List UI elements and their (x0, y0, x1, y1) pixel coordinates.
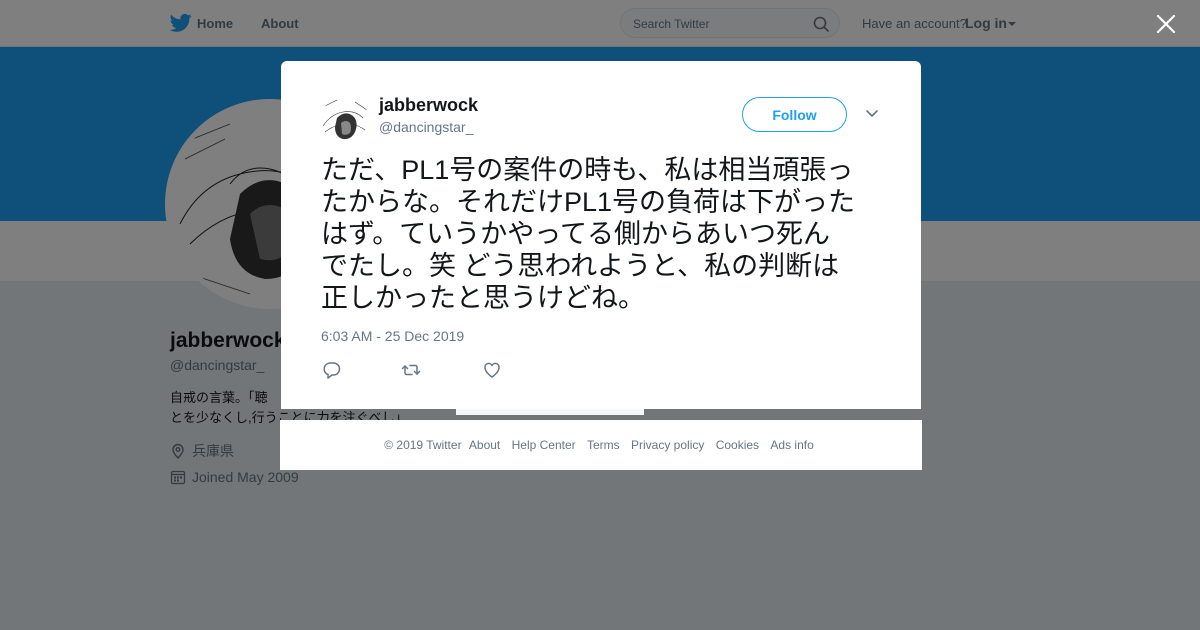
footer-link-about[interactable]: About (469, 438, 500, 452)
tweet-text-line: でたし。笑 どう思われようと、私の判断は (321, 251, 840, 281)
avatar[interactable] (321, 96, 369, 144)
footer-copyright: © 2019 Twitter (384, 438, 462, 452)
tweet-text-line: はず。ていうかやってる側からあいつ死ん (321, 219, 830, 249)
tweet-text: ただ、PL1号の案件の時も、私は相当頑張っ たからな。それだけPL1号の負荷は下… (321, 154, 881, 314)
modal-divider (456, 409, 644, 415)
author-handle[interactable]: @dancingstar_ (379, 119, 473, 135)
tweet-text-line: ただ、PL1号の案件の時も、私は相当頑張っ (321, 155, 854, 185)
author-name[interactable]: jabberwock (379, 95, 478, 116)
footer: © 2019 Twitter About Help Center Terms P… (280, 420, 922, 470)
tweet-timestamp[interactable]: 6:03 AM - 25 Dec 2019 (321, 328, 464, 344)
close-icon[interactable] (1156, 14, 1176, 34)
tweet-text-line: たからな。それだけPL1号の負荷は下がった (321, 187, 856, 217)
like-icon[interactable] (482, 360, 502, 380)
avatar-image (321, 96, 369, 144)
reply-icon[interactable] (322, 360, 342, 380)
footer-link-help-center[interactable]: Help Center (512, 438, 576, 452)
retweet-icon[interactable] (401, 360, 421, 380)
tweet-modal: jabberwock @dancingstar_ Follow ただ、PL1号の… (281, 61, 921, 409)
footer-link-privacy[interactable]: Privacy policy (631, 438, 704, 452)
footer-links: © 2019 Twitter About Help Center Terms P… (280, 438, 922, 452)
footer-link-terms[interactable]: Terms (587, 438, 620, 452)
follow-button[interactable]: Follow (742, 97, 847, 132)
chevron-down-icon[interactable] (865, 109, 879, 119)
footer-link-ads-info[interactable]: Ads info (770, 438, 813, 452)
tweet-text-line: 正しかったと思うけどね。 (321, 283, 645, 313)
footer-link-cookies[interactable]: Cookies (716, 438, 759, 452)
